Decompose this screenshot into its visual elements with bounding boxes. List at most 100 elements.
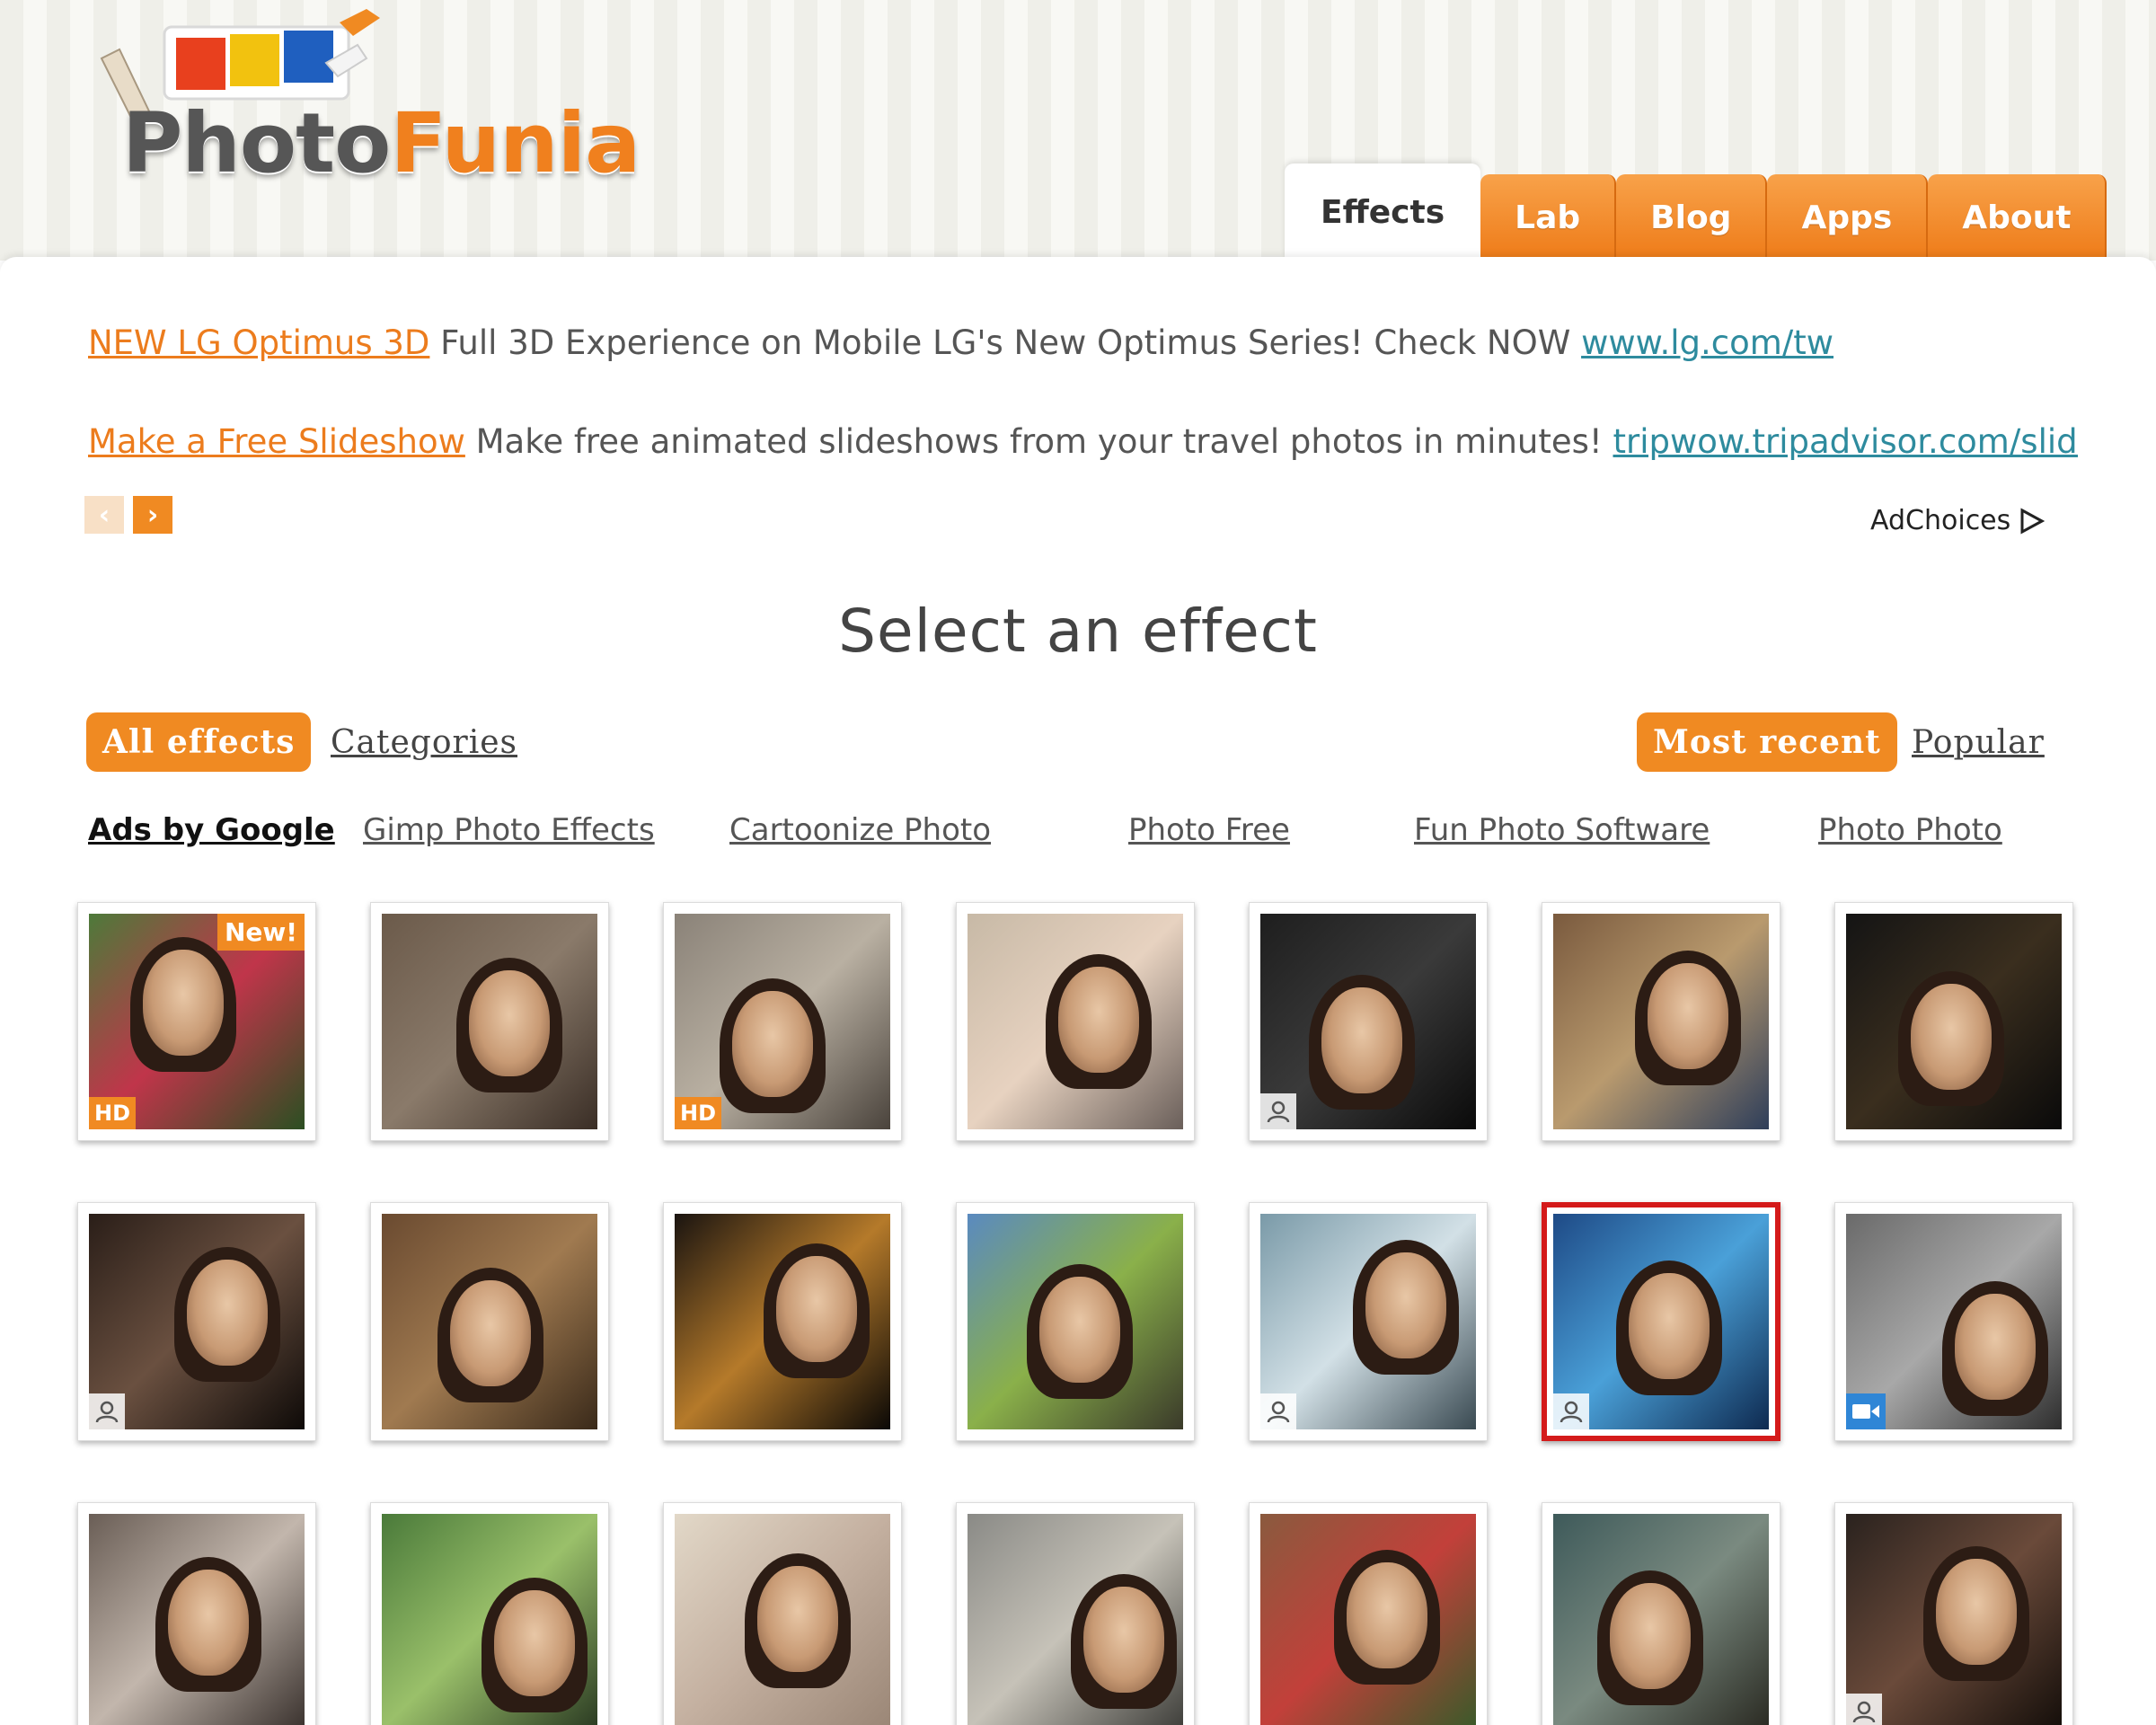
effect-thumbnail[interactable]: HD <box>663 902 902 1141</box>
ad-keyword-link[interactable]: Gimp Photo Effects <box>363 812 655 848</box>
portrait-face <box>1648 963 1728 1069</box>
logo-wordmark: PhotoFunia <box>122 95 641 191</box>
effect-thumbnail[interactable]: New! HD <box>77 902 316 1141</box>
effect-preview-image <box>382 1514 597 1725</box>
portrait-face <box>1955 1294 2036 1400</box>
effect-thumbnail[interactable] <box>370 1202 609 1441</box>
effect-thumbnail[interactable] <box>1249 1502 1488 1725</box>
ad-title-link[interactable]: NEW LG Optimus 3D <box>88 323 429 362</box>
effect-thumbnail[interactable] <box>1542 1502 1780 1725</box>
effect-preview-image <box>89 1214 305 1429</box>
portrait-face <box>1610 1583 1691 1689</box>
ad-keyword-link[interactable]: Photo Free <box>1128 812 1290 848</box>
ad-url-link[interactable]: www.lg.com/tw <box>1581 323 1833 362</box>
effect-preview-image <box>89 1514 305 1725</box>
effect-thumbnail[interactable] <box>1834 1202 2073 1441</box>
portrait-face <box>732 991 813 1097</box>
effect-preview-image <box>1553 914 1769 1129</box>
all-effects-button[interactable]: All effects <box>86 712 312 772</box>
google-ad-links: Ads by Google Gimp Photo Effects Cartoon… <box>0 812 2156 857</box>
tab-lab[interactable]: Lab <box>1480 174 1617 261</box>
effect-preview-image <box>1846 1514 2062 1725</box>
portrait-face <box>1321 987 1402 1093</box>
ad-url-link[interactable]: tripwow.tripadvisor.com/slidesho <box>1613 422 2079 461</box>
popular-link[interactable]: Popular <box>1912 724 2045 761</box>
portrait-face <box>187 1260 268 1366</box>
effect-thumbnail[interactable] <box>1834 902 2073 1141</box>
effect-preview-image <box>968 1514 1183 1725</box>
video-camera-icon <box>1846 1393 1886 1429</box>
effect-preview-image <box>675 1214 890 1429</box>
portrait-face <box>1629 1273 1710 1379</box>
photofunia-logo[interactable]: PhotoFunia <box>79 9 641 191</box>
effect-preview-image <box>1260 1214 1476 1429</box>
new-badge: New! <box>216 914 305 951</box>
tab-apps[interactable]: Apps <box>1767 174 1929 261</box>
adchoices-icon <box>2020 507 2046 535</box>
adchoices-label: AdChoices <box>1870 505 2011 536</box>
portrait-face <box>469 970 550 1076</box>
portrait-face <box>757 1566 838 1672</box>
effect-thumbnail[interactable] <box>956 1202 1195 1441</box>
portrait-face <box>1058 967 1139 1073</box>
effect-preview-image <box>382 1214 597 1429</box>
effect-thumbnail[interactable] <box>77 1202 316 1441</box>
effect-preview-image <box>1260 914 1476 1129</box>
tab-about[interactable]: About <box>1928 174 2107 261</box>
ad-title-link[interactable]: Make a Free Slideshow <box>88 422 465 461</box>
effect-preview-image <box>382 914 597 1129</box>
chevron-left-icon[interactable]: ‹ <box>84 496 124 534</box>
ad-carousel-nav: ‹ › <box>84 496 172 534</box>
portrait-face <box>1039 1277 1120 1383</box>
categories-link[interactable]: Categories <box>331 724 517 761</box>
user-icon <box>89 1393 125 1429</box>
effect-thumbnail[interactable] <box>370 1502 609 1725</box>
effect-thumbnail[interactable] <box>663 1502 902 1725</box>
user-icon <box>1260 1093 1296 1129</box>
effect-preview-image <box>1553 1214 1769 1429</box>
user-icon <box>1846 1694 1882 1725</box>
ad-keyword-link[interactable]: Cartoonize Photo <box>729 812 991 848</box>
portrait-face <box>1083 1587 1164 1693</box>
effect-thumbnail[interactable] <box>956 902 1195 1141</box>
ad-keyword-link[interactable]: Photo Photo <box>1818 812 2002 848</box>
hd-badge: HD <box>89 1097 137 1129</box>
effect-thumbnail[interactable] <box>1542 1202 1780 1441</box>
effect-preview-image <box>1846 1214 2062 1429</box>
hd-badge: HD <box>675 1097 722 1129</box>
portrait-face <box>450 1280 531 1386</box>
user-icon <box>1553 1393 1589 1429</box>
effect-thumbnail[interactable] <box>1834 1502 2073 1725</box>
portrait-face <box>1347 1562 1427 1668</box>
portrait-face <box>494 1590 575 1696</box>
ad-keyword-link[interactable]: Fun Photo Software <box>1414 812 1710 848</box>
effect-thumbnail[interactable] <box>663 1202 902 1441</box>
adchoices-link[interactable]: AdChoices <box>1870 505 2046 536</box>
portrait-face <box>168 1570 249 1676</box>
effect-thumbnail[interactable] <box>1249 1202 1488 1441</box>
ads-by-google-link[interactable]: Ads by Google <box>88 812 335 848</box>
effect-preview-image <box>1846 914 2062 1129</box>
portrait-face <box>1365 1252 1446 1358</box>
effect-preview-image <box>968 1214 1183 1429</box>
effect-thumbnail[interactable] <box>370 902 609 1141</box>
portrait-face <box>1911 984 1992 1090</box>
most-recent-button[interactable]: Most recent <box>1637 712 1897 772</box>
effect-preview-image: HD <box>675 914 890 1129</box>
main-nav-tabs: Effects Lab Blog Apps About <box>1285 164 2107 261</box>
effect-preview-image <box>968 914 1183 1129</box>
effects-grid: New! HD HD <box>77 902 2073 1725</box>
effect-thumbnail[interactable] <box>1249 902 1488 1141</box>
tab-blog[interactable]: Blog <box>1616 174 1768 261</box>
chevron-right-icon[interactable]: › <box>133 496 172 534</box>
effect-preview-image <box>675 1514 890 1725</box>
effect-thumbnail[interactable] <box>956 1502 1195 1725</box>
tab-effects[interactable]: Effects <box>1285 164 1481 261</box>
ad-description: Full 3D Experience on Mobile LG's New Op… <box>429 323 1582 362</box>
site-header: PhotoFunia Effects Lab Blog Apps About <box>0 0 2156 261</box>
portrait-face <box>143 950 224 1056</box>
effect-thumbnail[interactable] <box>1542 902 1780 1141</box>
effect-preview-image <box>1260 1514 1476 1725</box>
user-icon <box>1260 1393 1296 1429</box>
effect-thumbnail[interactable] <box>77 1502 316 1725</box>
